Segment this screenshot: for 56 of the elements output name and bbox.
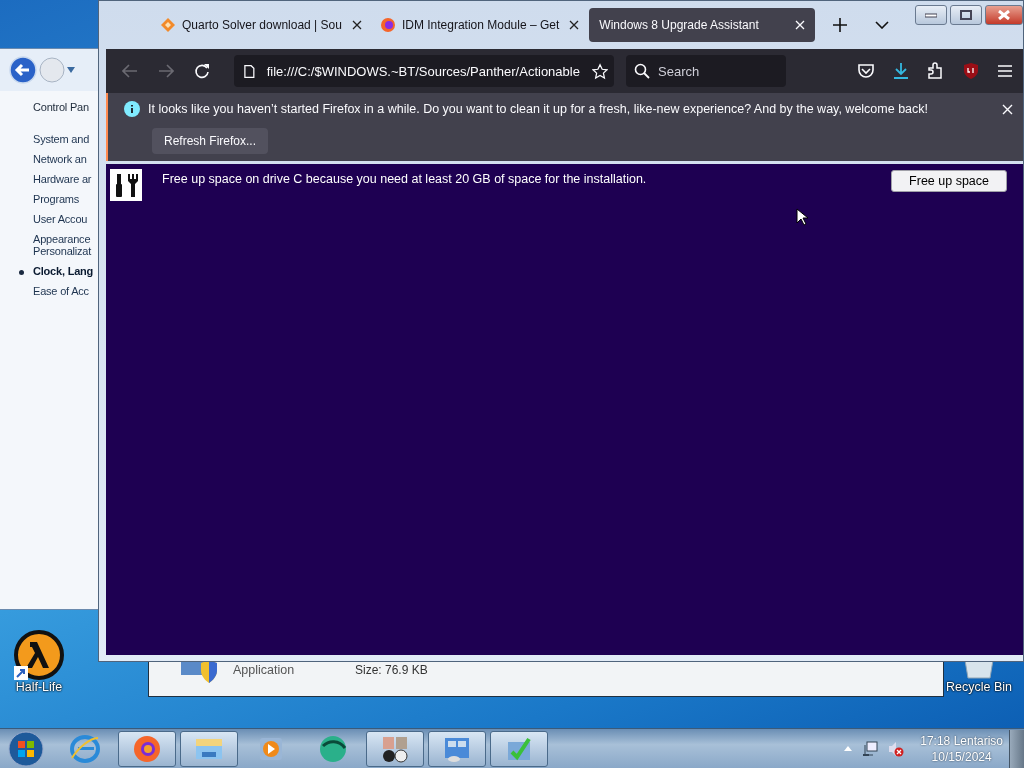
search-field[interactable]: Search	[626, 55, 786, 87]
extensions-icon[interactable]	[927, 62, 945, 80]
forward-icon[interactable]	[158, 64, 174, 78]
dropdown-icon[interactable]	[67, 67, 75, 73]
minimize-icon	[925, 12, 937, 18]
taskbar-app[interactable]	[366, 730, 424, 767]
file-size: Size: 76.9 KB	[355, 662, 428, 677]
bookmark-star-icon[interactable]	[591, 62, 608, 80]
app-icon	[132, 733, 162, 764]
close-icon	[998, 10, 1010, 20]
shortcut-icon[interactable]	[14, 630, 64, 680]
sidebar-item[interactable]: Ease of Acc	[19, 285, 89, 297]
show-desktop-button[interactable]	[1009, 729, 1024, 768]
tab-list-icon[interactable]	[874, 21, 889, 29]
sidebar-item[interactable]: Network an	[19, 153, 87, 165]
pocket-icon[interactable]	[857, 63, 875, 79]
desktop-icon-label[interactable]: Recycle Bin	[946, 680, 1012, 694]
sidebar-item[interactable]: Hardware ar	[19, 173, 92, 185]
browser-tab[interactable]: Quarto Solver download | Sou	[152, 8, 370, 42]
cursor-icon	[796, 208, 808, 226]
notification-message: It looks like you haven’t started Firefox in a while. Do you want to clean it up for a fresh, like-new experience? And by the way, welcome back!	[148, 102, 930, 116]
sidebar-item[interactable]: System and	[19, 133, 90, 145]
app-icon	[70, 733, 100, 764]
menu-icon[interactable]	[997, 64, 1013, 78]
sidebar-item[interactable]: Programs	[19, 193, 80, 205]
close-button[interactable]	[985, 5, 1023, 25]
tools-icon	[110, 169, 142, 201]
warning-message: Free up space on drive C because you need at least 20 GB of space for the installation.	[162, 172, 648, 186]
shield-icon[interactable]	[963, 62, 979, 80]
back-icon[interactable]	[122, 64, 138, 78]
refresh-button[interactable]: Refresh Firefox...	[152, 128, 269, 154]
reload-icon[interactable]	[194, 63, 210, 79]
maximize-icon	[960, 10, 972, 20]
address-bar[interactable]: file:///C:/$WINDOWS.~BT/Sources/Panther/Actionable	[234, 55, 614, 87]
sidebar-item[interactable]: Clock, Lang	[19, 265, 94, 277]
download-icon[interactable]	[893, 62, 909, 80]
sidebar-title[interactable]: Control Pan	[33, 101, 89, 113]
page-icon	[244, 63, 255, 79]
maximize-button[interactable]	[950, 5, 982, 25]
new-tab-icon[interactable]	[832, 18, 847, 32]
close-icon[interactable]	[569, 20, 580, 30]
diamond-icon	[160, 17, 176, 33]
volume-muted-icon[interactable]	[888, 740, 905, 757]
browser-tab[interactable]: IDM Integration Module – Get	[371, 8, 588, 42]
sidebar-item[interactable]: Appearance Personalizat	[19, 233, 92, 257]
file-type: Application	[233, 662, 296, 677]
free-up-space-button[interactable]: Free up space	[891, 170, 1007, 192]
browser-icon	[379, 17, 396, 33]
network-icon[interactable]	[862, 740, 879, 757]
minimize-button[interactable]	[915, 5, 947, 25]
sidebar-item[interactable]: User Accou	[19, 213, 88, 225]
info-icon	[124, 101, 140, 117]
close-icon[interactable]	[351, 20, 362, 30]
app-icon	[318, 733, 348, 764]
start-button[interactable]	[8, 730, 44, 767]
browser-tab[interactable]: Windows 8 Upgrade Assistant	[589, 8, 815, 42]
